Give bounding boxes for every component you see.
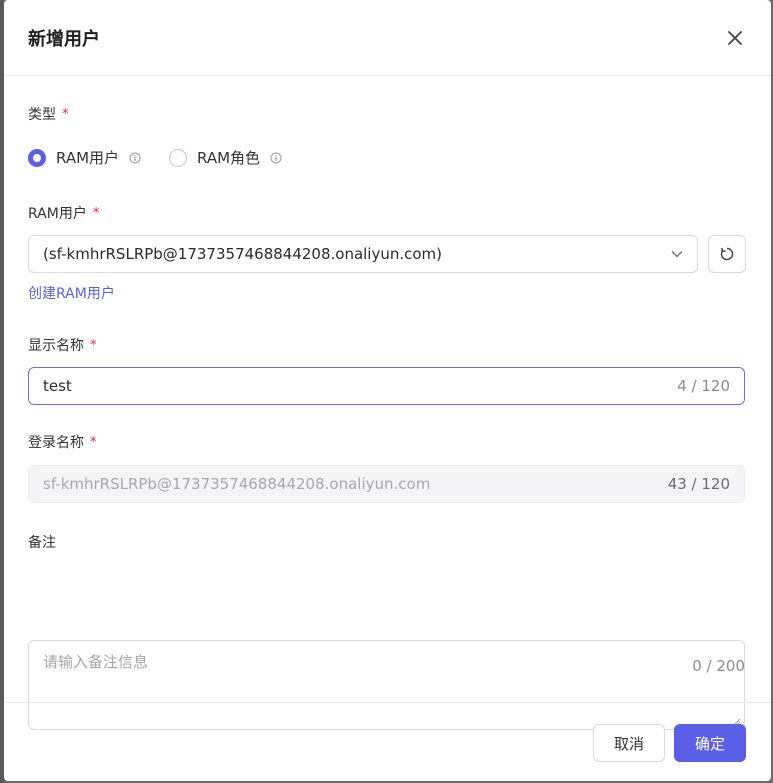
info-icon[interactable] [270,152,282,164]
add-user-dialog: 新增用户 类型 * RAM用户 RAM角色 RAM用户 * (sf-kmhrRS… [4,0,771,781]
remark-count: 0 / 200 [692,657,745,675]
display-name-label: 显示名称 [28,338,84,354]
radio-ram-user-dot[interactable] [28,148,46,167]
confirm-button[interactable]: 确定 [674,724,746,762]
login-name-input: sf-kmhrRSLRPb@1737357468844208.onaliyun.… [28,465,745,503]
required-mark: * [62,106,69,122]
required-mark: * [90,434,97,450]
remark-label: 备注 [28,535,56,551]
display-name-label-row: 显示名称 * [28,335,97,355]
display-name-count: 4 / 120 [677,377,730,395]
remark-label-row: 备注 [28,532,56,552]
info-icon[interactable] [129,152,141,164]
type-label: 类型 [28,107,56,123]
dialog-footer: 取消 确定 [4,702,771,781]
dialog-header: 新增用户 [4,0,771,76]
radio-ram-user-label: RAM用户 [56,149,120,167]
ram-user-label-row: RAM用户 * [28,203,99,223]
login-name-label: 登录名称 [28,435,84,451]
remark-placeholder: 请输入备注信息 [43,653,149,671]
login-name-count: 43 / 120 [667,475,730,493]
ram-user-selected-value: (sf-kmhrRSLRPb@1737357468844208.onaliyun… [43,245,443,263]
dialog-title: 新增用户 [28,28,100,50]
radio-ram-role-label: RAM角色 [197,149,261,167]
chevron-down-icon [671,250,683,258]
radio-ram-role[interactable]: RAM角色 [169,147,282,168]
radio-ram-user[interactable]: RAM用户 [28,147,141,168]
ram-user-select[interactable]: (sf-kmhrRSLRPb@1737357468844208.onaliyun… [28,235,698,273]
refresh-button[interactable] [708,235,746,273]
display-name-value: test [43,377,72,395]
create-ram-user-link[interactable]: 创建RAM用户 [28,283,115,303]
type-label-row: 类型 * [28,104,69,124]
login-name-label-row: 登录名称 * [28,432,97,452]
display-name-input[interactable]: test 4 / 120 [28,367,745,405]
required-mark: * [90,337,97,353]
refresh-icon [720,247,734,261]
close-button[interactable] [723,26,747,50]
cancel-button[interactable]: 取消 [593,724,665,762]
ram-user-label: RAM用户 [28,206,87,222]
required-mark: * [92,205,100,221]
login-name-value: sf-kmhrRSLRPb@1737357468844208.onaliyun.… [43,475,431,493]
type-radio-group: RAM用户 RAM角色 [28,147,282,168]
close-icon [728,30,742,45]
radio-ram-role-dot[interactable] [169,148,188,167]
